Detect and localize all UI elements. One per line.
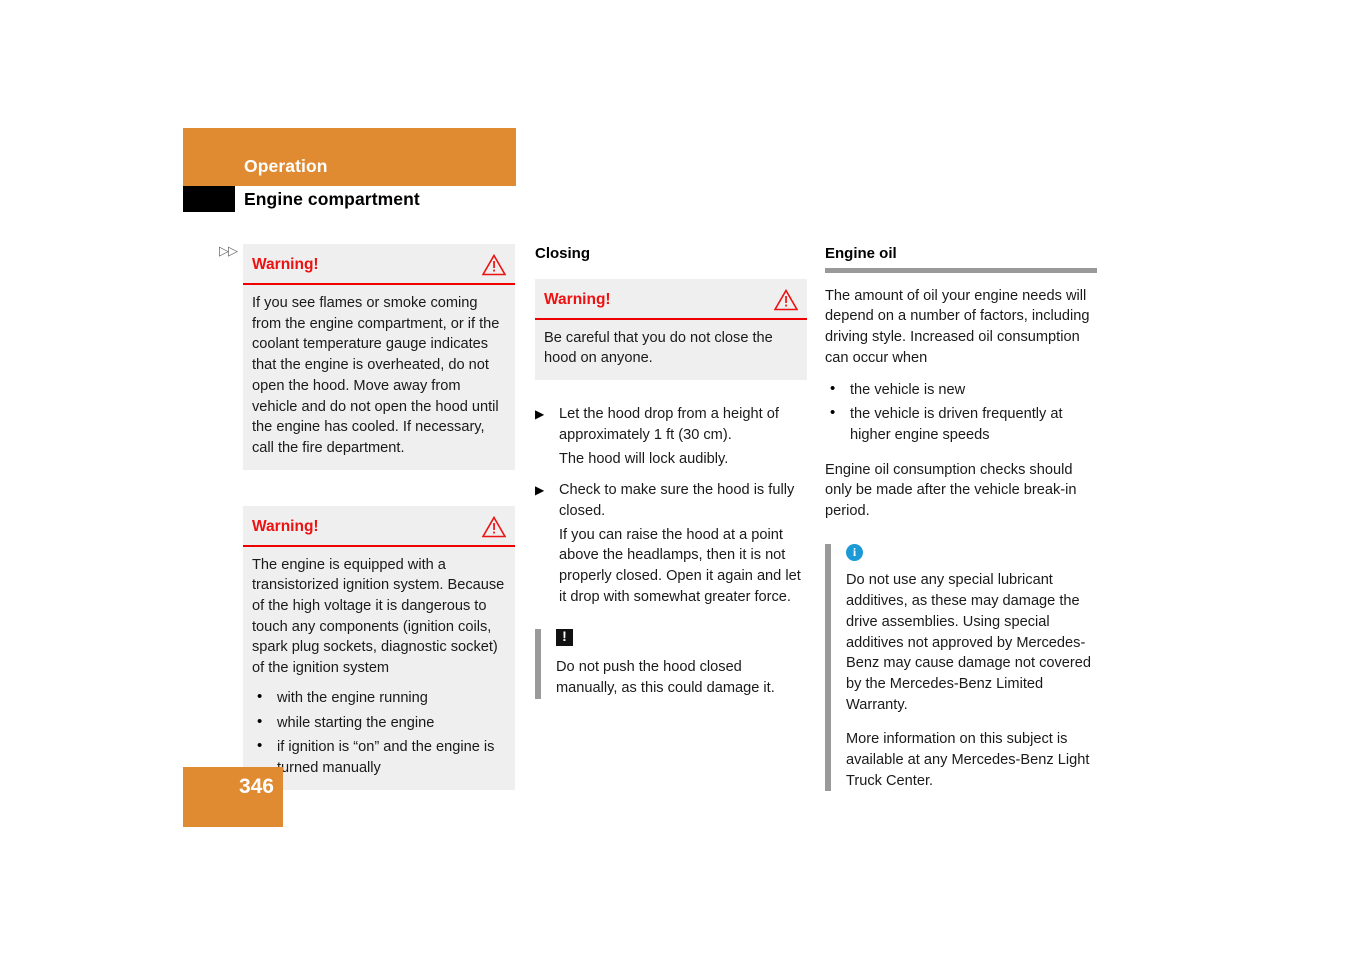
procedure-steps: Let the hood drop from a height of appro… [535, 404, 807, 607]
list-item: while starting the engine [252, 712, 506, 734]
warning-text: The engine is equipped with a transistor… [252, 556, 505, 677]
page-number: 346 [238, 775, 274, 798]
warning-bullet-list: with the engine running while starting t… [252, 687, 506, 779]
list-item: with the engine running [252, 687, 506, 709]
warning-box-header: Warning! [535, 279, 807, 320]
warning-triangle-icon [482, 254, 506, 276]
section-heading-engine-oil: Engine oil [825, 245, 897, 262]
warning-box-header: Warning! [243, 244, 515, 285]
column-left: Warning! If you see flames or smoke comi… [243, 244, 515, 826]
warning-text: Be careful that you do not close the hoo… [544, 329, 773, 367]
warning-label: Warning! [544, 290, 611, 308]
warning-label: Warning! [252, 256, 319, 273]
column-right: Engine oil The amount of oil your engine… [825, 244, 1097, 792]
note-text: Do not push the hood closed manually, as… [556, 659, 775, 696]
info-glyph: i [852, 544, 857, 559]
page-subtitle: Engine compartment [244, 189, 420, 209]
exclamation-box-icon: ! [556, 628, 573, 647]
warning-box-flames: Warning! If you see flames or smoke comi… [243, 244, 515, 470]
exclamation-glyph: ! [562, 628, 567, 645]
list-item: if ignition is “on” and the engine is tu… [252, 736, 506, 778]
warning-box-body: If you see flames or smoke coming from t… [243, 285, 515, 470]
note-text: More information on this subject is avai… [846, 731, 1090, 789]
page-number-box: 346 [183, 767, 283, 827]
section-divider [825, 267, 1097, 273]
warning-box-body: Be careful that you do not close the hoo… [535, 320, 807, 380]
warning-triangle-icon [774, 288, 798, 311]
warning-box-header: Warning! [243, 506, 515, 547]
section-heading-closing: Closing [535, 245, 590, 262]
engine-oil-intro: The amount of oil your engine needs will… [825, 287, 1090, 366]
header-orange-band: Operation [183, 128, 516, 186]
note-box-hood: ! Do not push the hood closed manually, … [535, 628, 807, 699]
warning-label: Warning! [252, 517, 319, 535]
warning-text: If you see flames or smoke coming from t… [252, 295, 500, 456]
header-black-marker [183, 186, 235, 212]
step-result: The hood will lock audibly. [559, 450, 729, 467]
page-title: Operation [244, 156, 328, 176]
column-middle: Closing Warning! Be careful that you do … [535, 244, 807, 699]
list-item: the vehicle is driven frequently at high… [825, 403, 1097, 445]
warning-box-closing: Warning! Be careful that you do not clos… [535, 278, 807, 381]
warning-box-ignition: Warning! The engine is equipped with a t… [243, 505, 515, 790]
note-text: Do not use any special lubricant additiv… [846, 572, 1091, 713]
step-result: If you can raise the hood at a point abo… [559, 526, 801, 605]
warning-box-body: The engine is equipped with a transistor… [243, 547, 515, 790]
continuation-arrows-icon: ▷▷ [219, 243, 238, 258]
engine-oil-outro: Engine oil consumption checks should onl… [825, 461, 1077, 520]
engine-oil-bullet-list: the vehicle is new the vehicle is driven… [825, 379, 1097, 446]
list-item: the vehicle is new [825, 379, 1097, 401]
step-action: Check to make sure the hood is fully clo… [535, 480, 807, 521]
step-action: Let the hood drop from a height of appro… [535, 404, 807, 445]
warning-triangle-icon [482, 515, 506, 537]
info-circle-icon: i [846, 543, 863, 561]
note-box-lubricant: i Do not use any special lubricant addit… [825, 543, 1097, 792]
